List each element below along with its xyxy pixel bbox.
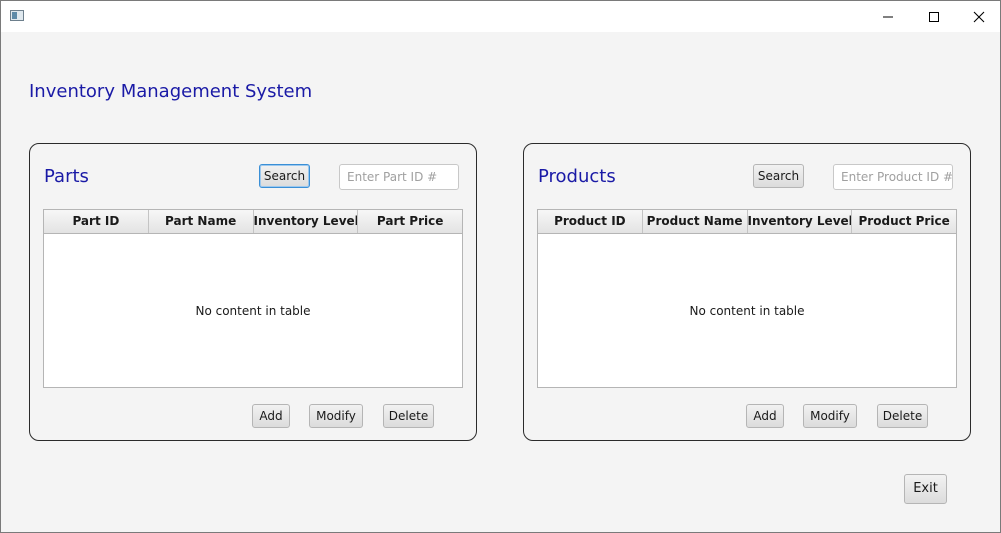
maximize-icon [929, 12, 939, 22]
close-button[interactable] [956, 1, 1000, 32]
products-modify-button[interactable]: Modify [803, 404, 857, 428]
products-search-input[interactable]: Enter Product ID # [833, 164, 953, 190]
parts-empty-message: No content in table [195, 304, 311, 318]
products-add-button[interactable]: Add [746, 404, 784, 428]
maximize-button[interactable] [911, 1, 957, 32]
parts-title: Parts [44, 166, 89, 187]
parts-col-name[interactable]: Part Name [149, 210, 254, 233]
parts-table-header: Part ID Part Name Inventory Level Part P… [44, 210, 462, 234]
close-icon [973, 11, 985, 23]
parts-search-input[interactable]: Enter Part ID # [339, 164, 459, 190]
products-col-inventory[interactable]: Inventory Level [748, 210, 853, 233]
minimize-icon [883, 16, 893, 18]
parts-col-id[interactable]: Part ID [44, 210, 149, 233]
parts-col-inventory[interactable]: Inventory Level [254, 210, 359, 233]
page-title: Inventory Management System [29, 81, 313, 102]
products-delete-button[interactable]: Delete [877, 404, 928, 428]
parts-search-button[interactable]: Search [259, 164, 310, 188]
products-search-button[interactable]: Search [753, 164, 804, 188]
app-icon [10, 10, 24, 21]
products-col-id[interactable]: Product ID [538, 210, 643, 233]
parts-add-button[interactable]: Add [252, 404, 290, 428]
parts-panel: Parts Search Enter Part ID # Part ID Par… [29, 143, 477, 441]
products-table[interactable]: Product ID Product Name Inventory Level … [537, 209, 957, 388]
products-table-header: Product ID Product Name Inventory Level … [538, 210, 956, 234]
exit-button[interactable]: Exit [904, 474, 947, 504]
title-bar [1, 1, 1000, 32]
products-panel: Products Search Enter Product ID # Produ… [523, 143, 971, 441]
products-empty-message: No content in table [689, 304, 805, 318]
parts-delete-button[interactable]: Delete [383, 404, 434, 428]
parts-modify-button[interactable]: Modify [309, 404, 363, 428]
main-window: Inventory Management System Parts Search… [0, 0, 1001, 533]
products-col-name[interactable]: Product Name [643, 210, 748, 233]
parts-col-price[interactable]: Part Price [358, 210, 462, 233]
parts-table[interactable]: Part ID Part Name Inventory Level Part P… [43, 209, 463, 388]
minimize-button[interactable] [865, 1, 911, 32]
products-col-price[interactable]: Product Price [852, 210, 956, 233]
products-title: Products [538, 166, 616, 187]
